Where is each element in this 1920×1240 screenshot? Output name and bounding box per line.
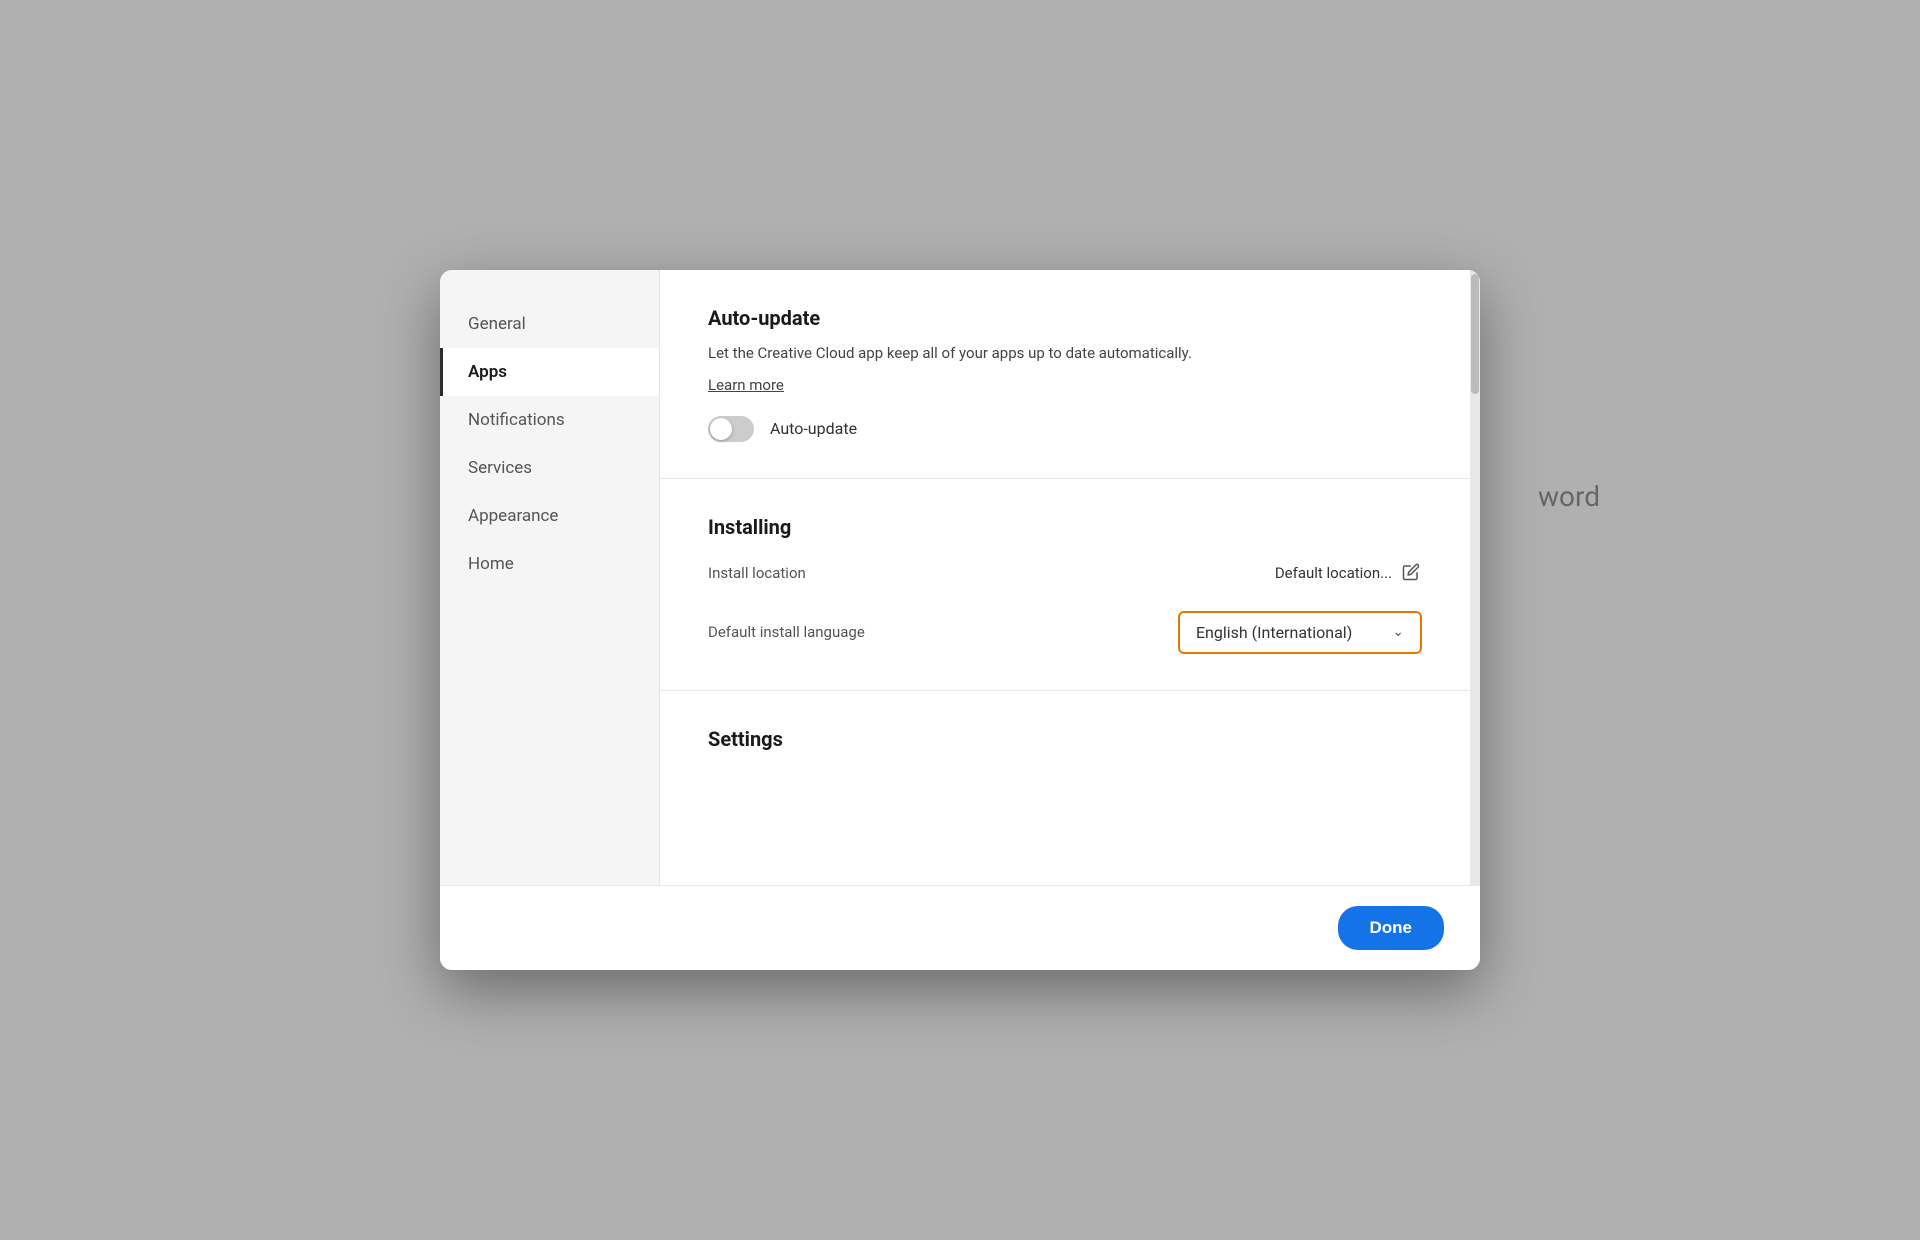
settings-title: Settings [708, 727, 1422, 751]
settings-section: Settings [660, 691, 1470, 799]
installing-title: Installing [708, 515, 1422, 539]
done-button[interactable]: Done [1338, 906, 1445, 950]
toggle-knob [710, 418, 732, 440]
auto-update-toggle-label: Auto-update [770, 419, 857, 438]
auto-update-title: Auto-update [708, 306, 1422, 330]
dialog-body: General Apps Notifications Services Appe… [440, 270, 1480, 885]
edit-location-icon[interactable] [1402, 563, 1422, 583]
sidebar-item-notifications[interactable]: Notifications [440, 396, 659, 444]
sidebar-item-general[interactable]: General [440, 300, 659, 348]
default-language-row: Default install language English (Intern… [708, 611, 1422, 654]
install-location-label: Install location [708, 564, 806, 582]
auto-update-description: Let the Creative Cloud app keep all of y… [708, 342, 1422, 365]
learn-more-link[interactable]: Learn more [708, 376, 784, 394]
language-select-value: English (International) [1196, 623, 1352, 642]
chevron-down-icon: ⌄ [1392, 624, 1404, 640]
dialog-footer: Done [440, 885, 1480, 970]
sidebar-item-apps[interactable]: Apps [440, 348, 659, 396]
default-language-label: Default install language [708, 623, 865, 641]
sidebar-item-appearance[interactable]: Appearance [440, 492, 659, 540]
dialog-overlay: General Apps Notifications Services Appe… [0, 0, 1920, 1240]
desktop-background: word General Apps Notifications Services [0, 0, 1920, 1240]
auto-update-toggle[interactable] [708, 416, 754, 442]
main-content: Auto-update Let the Creative Cloud app k… [660, 270, 1470, 885]
sidebar-item-home[interactable]: Home [440, 540, 659, 588]
sidebar-item-services[interactable]: Services [440, 444, 659, 492]
install-location-value-group: Default location... [1275, 563, 1422, 583]
scrollbar-thumb[interactable] [1471, 274, 1479, 394]
install-location-value: Default location... [1275, 564, 1392, 582]
settings-dialog: General Apps Notifications Services Appe… [440, 270, 1480, 970]
install-location-row: Install location Default location... [708, 563, 1422, 583]
language-select-dropdown[interactable]: English (International) ⌄ [1178, 611, 1422, 654]
scrollbar-track[interactable] [1470, 270, 1480, 885]
sidebar: General Apps Notifications Services Appe… [440, 270, 660, 885]
installing-section: Installing Install location Default loca… [660, 479, 1470, 691]
auto-update-section: Auto-update Let the Creative Cloud app k… [660, 270, 1470, 479]
auto-update-toggle-row: Auto-update [708, 416, 1422, 442]
